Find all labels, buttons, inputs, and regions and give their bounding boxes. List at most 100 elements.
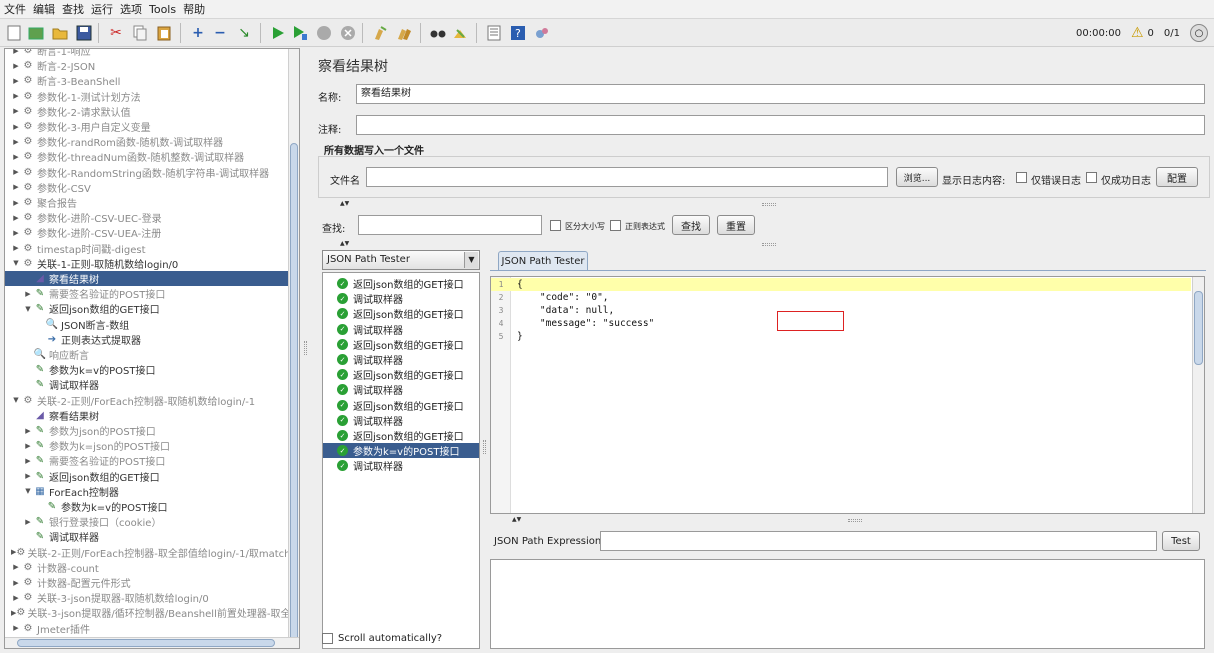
warning-indicator[interactable]: ⚠ 0 bbox=[1131, 25, 1154, 41]
menu-search[interactable]: 查找 bbox=[62, 1, 84, 17]
result-item[interactable]: ✓ 调试取样器 bbox=[323, 458, 479, 473]
stop-icon[interactable] bbox=[314, 23, 334, 43]
collapsed-toggle-icon[interactable]: ▶ bbox=[11, 594, 21, 602]
json-path-expression-input[interactable] bbox=[600, 531, 1157, 551]
sample-result-list[interactable]: ✓ 返回json数组的GET接口 ✓ 调试取样器 ✓ 返回json数组的GET接口 ✓ 调试取… bbox=[322, 272, 480, 649]
expanded-toggle-icon[interactable]: ▼ bbox=[23, 487, 33, 495]
tree-item[interactable]: ✎ 调试取样器 bbox=[5, 529, 289, 544]
collapse-icon[interactable]: − bbox=[210, 23, 230, 43]
tree-item[interactable]: ▶ ✎ 银行登录接口（cookie） bbox=[5, 514, 289, 529]
new-icon[interactable] bbox=[4, 23, 24, 43]
clear-icon[interactable] bbox=[370, 23, 390, 43]
tree-item[interactable]: ▶ ⚙ Jmeter插件 bbox=[5, 621, 289, 636]
save-icon[interactable] bbox=[74, 23, 94, 43]
filename-field[interactable] bbox=[366, 167, 888, 187]
collapsed-toggle-icon[interactable]: ▶ bbox=[23, 472, 33, 480]
result-item[interactable]: ✓ 调试取样器 bbox=[323, 382, 479, 397]
tree-item[interactable]: ▼ ✎ 返回json数组的GET接口 bbox=[5, 301, 289, 316]
tab-json-path-tester[interactable]: JSON Path Tester bbox=[498, 251, 588, 271]
remote-status-icon[interactable]: ○ bbox=[1190, 24, 1208, 42]
start-no-pause-icon[interactable] bbox=[290, 23, 310, 43]
tree-item[interactable]: ▶ ⚙ 断言-2-JSON bbox=[5, 58, 289, 73]
regex-checkbox[interactable] bbox=[610, 220, 621, 231]
collapsed-toggle-icon[interactable]: ▶ bbox=[11, 579, 21, 587]
find-button[interactable]: 查找 bbox=[672, 215, 710, 235]
splitter-tester[interactable]: ▲▼ bbox=[490, 516, 1205, 524]
tree-vertical-scrollbar[interactable] bbox=[288, 49, 299, 647]
search-icon[interactable] bbox=[428, 23, 448, 43]
expanded-toggle-icon[interactable]: ▼ bbox=[23, 305, 33, 313]
menu-tools[interactable]: Tools bbox=[149, 3, 176, 16]
result-item[interactable]: ✓ 参数为k=v的POST接口 bbox=[323, 443, 479, 459]
result-item[interactable]: ✓ 返回json数组的GET接口 bbox=[323, 428, 479, 443]
collapsed-toggle-icon[interactable]: ▶ bbox=[11, 563, 21, 571]
result-item[interactable]: ✓ 调试取样器 bbox=[323, 322, 479, 337]
tree-item[interactable]: ▶ ✎ 返回json数组的GET接口 bbox=[5, 469, 289, 484]
tree-item[interactable]: ▼ ⚙ 关联-1-正则-取随机数给login/0 bbox=[5, 256, 289, 271]
case-sensitive-checkbox[interactable] bbox=[550, 220, 561, 231]
remote-icon[interactable] bbox=[532, 23, 552, 43]
function-helper-icon[interactable] bbox=[484, 23, 504, 43]
tree-item[interactable]: ▶ ✎ 参数为json的POST接口 bbox=[5, 423, 289, 438]
tree-item[interactable]: ▶ ⚙ 参数化-2-请求默认值 bbox=[5, 104, 289, 119]
tree-item[interactable]: ▶ ⚙ 参数化-3-用户自定义变量 bbox=[5, 119, 289, 134]
tree-item[interactable]: ▶ ⚙ 参数化-进阶-CSV-UEC-登录 bbox=[5, 210, 289, 225]
result-item[interactable]: ✓ 返回json数组的GET接口 bbox=[323, 367, 479, 382]
start-icon[interactable] bbox=[268, 23, 288, 43]
test-plan-tree[interactable]: ▶ ⚙ 断言-1-响应 ▶ ⚙ 断言-2-JSON ▶ ⚙ 断言-3-BeanShell ▶ ⚙ 参数… bbox=[4, 48, 300, 649]
result-item[interactable]: ✓ 调试取样器 bbox=[323, 352, 479, 367]
response-editor[interactable]: 1{2 "code": "0", 3 "data": null, 4 "messag… bbox=[490, 276, 1205, 514]
tree-item[interactable]: ▶ ⚙ 参数化-进阶-CSV-UEA-注册 bbox=[5, 225, 289, 240]
copy-icon[interactable] bbox=[130, 23, 150, 43]
tree-item[interactable]: 🔍 JSON断言-数组 bbox=[5, 317, 289, 332]
tree-item[interactable]: ▶ ⚙ 参数化-randRom函数-随机数-调试取样器 bbox=[5, 134, 289, 149]
result-item[interactable]: ✓ 返回json数组的GET接口 bbox=[323, 398, 479, 413]
tree-item[interactable]: ▶ ✎ 需要签名验证的POST接口 bbox=[5, 286, 289, 301]
comment-field[interactable] bbox=[356, 115, 1205, 135]
json-path-result-area[interactable] bbox=[490, 559, 1205, 649]
collapsed-toggle-icon[interactable]: ▶ bbox=[11, 138, 21, 146]
chevron-down-icon[interactable]: ▼ bbox=[464, 252, 478, 268]
tree-vertical-scroll-thumb[interactable] bbox=[290, 143, 298, 643]
shutdown-icon[interactable] bbox=[338, 23, 358, 43]
tree-item[interactable]: ✎ 参数为k=v的POST接口 bbox=[5, 362, 289, 377]
collapsed-toggle-icon[interactable]: ▶ bbox=[23, 290, 33, 298]
search-input[interactable] bbox=[358, 215, 542, 235]
help-icon[interactable]: ? bbox=[508, 23, 528, 43]
tree-item[interactable]: ▶ ⚙ 关联-3-json提取器-取随机数给login/0 bbox=[5, 590, 289, 605]
expand-icon[interactable]: + bbox=[188, 23, 208, 43]
result-item[interactable]: ✓ 返回json数组的GET接口 bbox=[323, 276, 479, 291]
tree-item[interactable]: ▶ ⚙ 参数化-RandomString函数-随机字符串-调试取样器 bbox=[5, 165, 289, 180]
tree-item[interactable]: ▼ ⚙ 关联-2-正则/ForEach控制器-取随机数给login/-1 bbox=[5, 393, 289, 408]
collapsed-toggle-icon[interactable]: ▶ bbox=[11, 49, 21, 55]
collapsed-toggle-icon[interactable]: ▶ bbox=[11, 183, 21, 191]
renderer-select[interactable]: JSON Path Tester ▼ bbox=[322, 250, 480, 270]
collapsed-toggle-icon[interactable]: ▶ bbox=[11, 62, 21, 70]
tree-item[interactable]: ▶ ⚙ 参数化-CSV bbox=[5, 180, 289, 195]
splitter-middle[interactable]: ▲▼ bbox=[318, 240, 1206, 248]
name-field[interactable]: 察看结果树 bbox=[356, 84, 1205, 104]
test-button[interactable]: Test bbox=[1162, 531, 1200, 551]
tree-item[interactable]: ▶ ⚙ 断言-1-响应 bbox=[5, 49, 289, 58]
tree-item[interactable]: ✎ 调试取样器 bbox=[5, 377, 289, 392]
tree-item[interactable]: ▶ ⚙ 参数化-threadNum函数-随机整数-调试取样器 bbox=[5, 149, 289, 164]
collapsed-toggle-icon[interactable]: ▶ bbox=[11, 123, 21, 131]
result-item[interactable]: ✓ 调试取样器 bbox=[323, 413, 479, 428]
success-only-checkbox[interactable] bbox=[1086, 172, 1097, 183]
scroll-auto-checkbox[interactable] bbox=[322, 633, 333, 644]
expanded-toggle-icon[interactable]: ▼ bbox=[11, 396, 21, 404]
tree-item[interactable]: ▶ ✎ 需要签名验证的POST接口 bbox=[5, 453, 289, 468]
tree-item[interactable]: ▶ ⚙ timestap时间戳-digest bbox=[5, 241, 289, 256]
editor-scroll-thumb[interactable] bbox=[1194, 291, 1203, 365]
paste-icon[interactable] bbox=[154, 23, 174, 43]
result-item[interactable]: ✓ 返回json数组的GET接口 bbox=[323, 306, 479, 321]
toggle-icon[interactable]: ↘ bbox=[234, 23, 254, 43]
collapsed-toggle-icon[interactable]: ▶ bbox=[11, 214, 21, 222]
collapsed-toggle-icon[interactable]: ▶ bbox=[11, 244, 21, 252]
tree-item[interactable]: ➔ 正则表达式提取器 bbox=[5, 332, 289, 347]
tree-item[interactable]: 🔍 响应断言 bbox=[5, 347, 289, 362]
menu-options[interactable]: 选项 bbox=[120, 1, 142, 17]
reset-button[interactable]: 重置 bbox=[717, 215, 755, 235]
tree-item[interactable]: ▶ ✎ 参数为k=json的POST接口 bbox=[5, 438, 289, 453]
collapsed-toggle-icon[interactable]: ▶ bbox=[23, 427, 33, 435]
